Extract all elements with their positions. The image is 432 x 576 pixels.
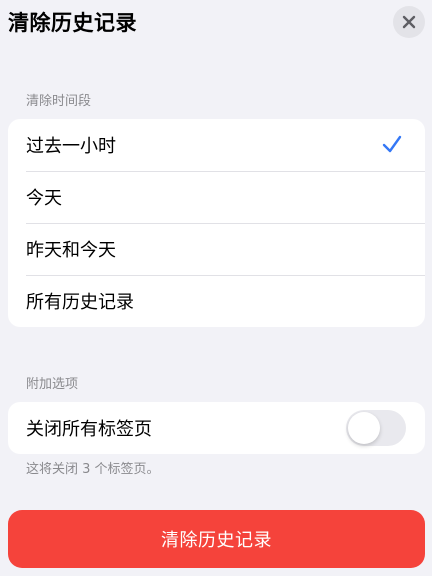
- close-all-tabs-label: 关闭所有标签页: [26, 419, 152, 440]
- checkmark-icon: [382, 135, 402, 153]
- close-icon: [402, 15, 416, 29]
- time-range-card: 过去一小时 今天 昨天和今天 所有历史记录: [8, 119, 425, 327]
- tabs-footnote: 这将关闭 3 个标签页。: [26, 462, 160, 477]
- option-all-history[interactable]: 所有历史记录: [8, 275, 425, 327]
- option-label: 今天: [26, 188, 62, 209]
- close-button[interactable]: [393, 6, 425, 38]
- option-past-hour[interactable]: 过去一小时: [8, 119, 425, 171]
- sheet-header: 清除历史记录: [0, 0, 432, 48]
- close-all-tabs-toggle[interactable]: [346, 410, 406, 446]
- option-label: 过去一小时: [26, 136, 116, 157]
- additional-section-label: 附加选项: [26, 377, 79, 392]
- option-yesterday-and-today[interactable]: 昨天和今天: [8, 223, 425, 275]
- toggle-knob: [348, 412, 380, 444]
- option-label: 所有历史记录: [26, 292, 134, 313]
- time-range-section-label: 清除时间段: [26, 94, 92, 109]
- page-title: 清除历史记录: [8, 11, 137, 35]
- close-all-tabs-row: 关闭所有标签页: [8, 402, 425, 454]
- option-today[interactable]: 今天: [8, 171, 425, 223]
- option-label: 昨天和今天: [26, 240, 116, 261]
- additional-options-card: 关闭所有标签页: [8, 402, 425, 454]
- clear-history-button[interactable]: 清除历史记录: [8, 510, 425, 568]
